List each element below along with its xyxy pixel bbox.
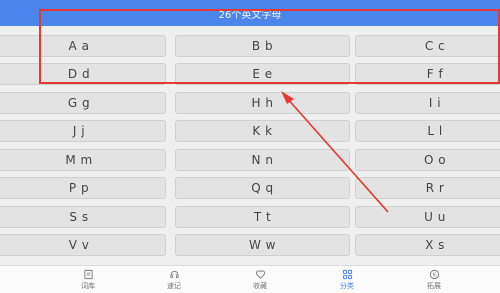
- letter-cell-n[interactable]: N n: [175, 149, 350, 171]
- nav-item-shoucang[interactable]: 收藏: [230, 266, 290, 293]
- letter-cell-m[interactable]: M m: [0, 149, 166, 171]
- letter-cell-p[interactable]: P p: [0, 177, 166, 199]
- highlight-box: [39, 9, 500, 84]
- nav-item-suji[interactable]: 速记: [144, 266, 204, 293]
- letter-cell-h[interactable]: H h: [175, 92, 350, 114]
- letter-cell-s[interactable]: S s: [0, 206, 166, 228]
- nav-label: 速记: [167, 281, 181, 290]
- letter-cell-g[interactable]: G g: [0, 92, 166, 114]
- nav-label: 拓展: [427, 281, 441, 290]
- letter-cell-w[interactable]: W w: [175, 234, 350, 256]
- letter-cell-k[interactable]: K k: [175, 120, 350, 142]
- letter-cell-l[interactable]: L l: [355, 120, 500, 142]
- expand-icon: 拓: [429, 269, 439, 279]
- letter-cell-r[interactable]: R r: [355, 177, 500, 199]
- letter-cell-q[interactable]: Q q: [175, 177, 350, 199]
- letter-cell-o[interactable]: O o: [355, 149, 500, 171]
- bottom-nav: 词库 速记 收藏 分类 拓 拓展: [0, 265, 500, 293]
- letter-cell-v[interactable]: V v: [0, 234, 166, 256]
- nav-label: 收藏: [253, 281, 267, 290]
- book-icon: [83, 269, 93, 279]
- nav-label: 分类: [340, 281, 354, 290]
- svg-text:拓: 拓: [432, 271, 436, 277]
- letter-cell-x[interactable]: X s: [355, 234, 500, 256]
- nav-item-ciku[interactable]: 词库: [58, 266, 118, 293]
- headset-icon: [169, 270, 179, 278]
- nav-label: 词库: [81, 281, 95, 290]
- heart-icon: [255, 269, 265, 279]
- letter-cell-t[interactable]: T t: [175, 206, 350, 228]
- nav-item-tuozhan[interactable]: 拓 拓展: [404, 266, 464, 293]
- letter-cell-i[interactable]: I i: [355, 92, 500, 114]
- grid-icon: [342, 269, 352, 279]
- letter-cell-u[interactable]: U u: [355, 206, 500, 228]
- letter-cell-j[interactable]: J j: [0, 120, 166, 142]
- nav-item-fenlei[interactable]: 分类: [317, 266, 377, 293]
